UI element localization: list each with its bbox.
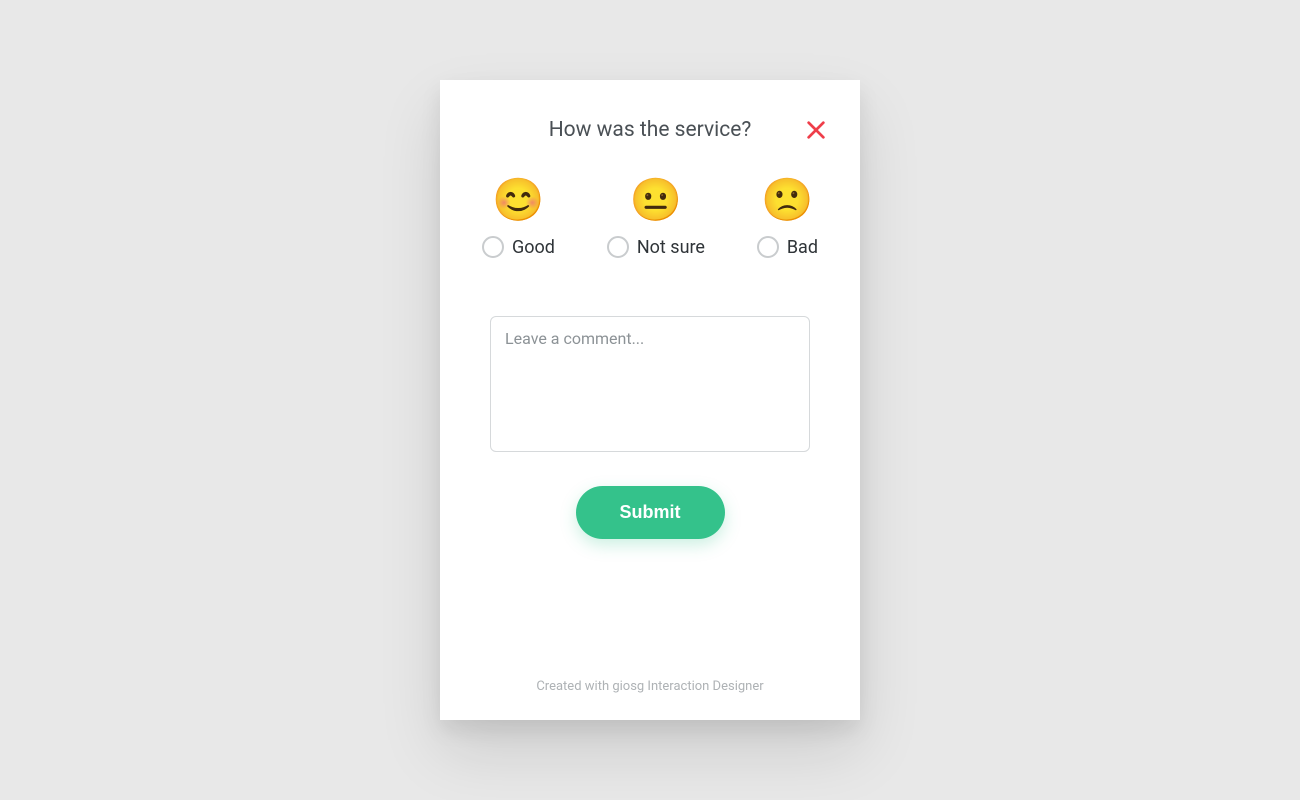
option-label-good: Good [512, 237, 555, 258]
radio-good[interactable] [482, 236, 504, 258]
card-title: How was the service? [549, 118, 752, 142]
footer-text: Created with giosg Interaction Designer [470, 679, 830, 700]
option-good[interactable]: 😊 Good [482, 180, 555, 258]
option-row: Good [482, 236, 555, 258]
option-not-sure[interactable]: 😐 Not sure [607, 180, 705, 258]
option-label-bad: Bad [787, 237, 818, 258]
rating-options: 😊 Good 😐 Not sure 🙁 Bad [470, 180, 830, 258]
radio-not-sure[interactable] [607, 236, 629, 258]
option-bad[interactable]: 🙁 Bad [757, 180, 818, 258]
radio-bad[interactable] [757, 236, 779, 258]
feedback-card: How was the service? 😊 Good 😐 Not sure 🙁 [440, 80, 860, 720]
neutral-icon: 😐 [630, 180, 682, 222]
frown-icon: 🙁 [761, 180, 813, 222]
card-header: How was the service? [470, 118, 830, 142]
close-icon [805, 119, 827, 141]
option-row: Not sure [607, 236, 705, 258]
comment-input[interactable] [490, 316, 810, 452]
submit-button[interactable]: Submit [576, 486, 725, 539]
close-button[interactable] [802, 116, 830, 144]
smile-icon: 😊 [492, 180, 544, 222]
option-label-not-sure: Not sure [637, 237, 705, 258]
option-row: Bad [757, 236, 818, 258]
